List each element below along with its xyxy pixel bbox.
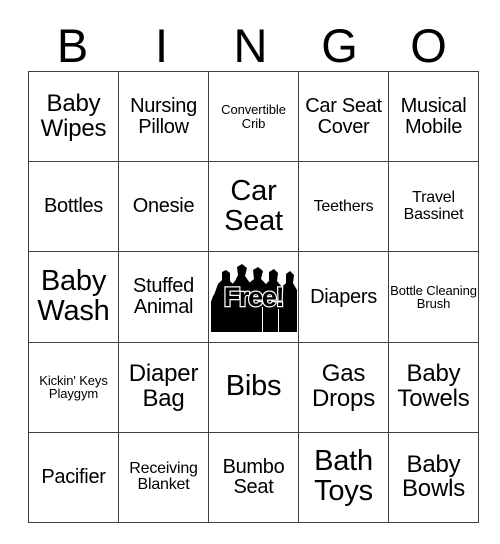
bingo-cell-label: Gas Drops: [311, 360, 376, 413]
bingo-grid: Baby Wipes Nursing Pillow Convertible Crib…: [28, 70, 479, 523]
bingo-row: Kickin' Keys Playgym Diaper Bag Bibs Gas Dr…: [28, 341, 479, 433]
bingo-cell-content: Free!: [210, 253, 298, 341]
bingo-cell[interactable]: Bumbo Seat: [208, 431, 299, 523]
bingo-cell-label: Stuffed Animal: [133, 275, 194, 318]
bingo-cell-label: Bottle Cleaning Brush: [390, 282, 477, 311]
bingo-cell-content: Bottles: [30, 163, 118, 251]
bingo-cell-label: Baby Wipes: [40, 89, 107, 142]
bingo-cell[interactable]: Car Seat: [208, 161, 299, 253]
bingo-header-letter-i: I: [154, 19, 169, 72]
bingo-cell-label: Convertible Crib: [221, 102, 286, 131]
bingo-cell-label: Onesie: [132, 195, 195, 218]
bingo-cell[interactable]: Bath Toys: [298, 431, 389, 523]
bingo-cell-label: Car Seat: [224, 174, 283, 237]
free-space-label: Free!: [223, 282, 286, 313]
bingo-cell-label: Bath Toys: [314, 445, 373, 508]
bingo-cell-content: Baby Towels: [390, 343, 478, 431]
bingo-cell[interactable]: Stuffed Animal: [118, 251, 209, 343]
bingo-cell[interactable]: Teethers: [298, 161, 389, 253]
bingo-cell-content: Stuffed Animal: [120, 253, 208, 341]
bingo-cell-content: Onesie: [120, 163, 208, 251]
bingo-row: Baby Wipes Nursing Pillow Convertible Crib…: [28, 70, 479, 163]
bingo-cell[interactable]: Convertible Crib: [208, 70, 299, 163]
bingo-header-letter-g: G: [321, 19, 358, 72]
bingo-cell[interactable]: Musical Mobile: [388, 70, 479, 163]
bingo-header-letter-n: N: [233, 19, 268, 72]
bingo-cell-content: Car Seat: [210, 163, 298, 251]
bingo-cell[interactable]: Diaper Bag: [118, 341, 209, 433]
bingo-cell-label: Travel Bassinet: [403, 189, 464, 223]
bingo-cell-content: Receiving Blanket: [120, 433, 208, 521]
bingo-cell-content: Bath Toys: [300, 433, 388, 521]
bingo-cell-content: Baby Bowls: [390, 433, 478, 521]
bingo-cell-content: Pacifier: [30, 433, 118, 521]
bingo-cell-label: Diaper Bag: [128, 360, 199, 413]
bingo-header-letter-b: B: [56, 19, 89, 72]
bingo-cell[interactable]: Baby Bowls: [388, 431, 479, 523]
bingo-cell-label: Teethers: [313, 197, 374, 215]
bingo-cell-label: Bottles: [43, 195, 104, 218]
bingo-cell[interactable]: Baby Wipes: [28, 70, 119, 163]
bingo-cell-content: Teethers: [300, 163, 388, 251]
bingo-cell-label: Bibs: [225, 370, 282, 403]
bingo-cell[interactable]: Onesie: [118, 161, 209, 253]
bingo-cell[interactable]: Bibs: [208, 341, 299, 433]
bingo-cell-content: Car Seat Cover: [300, 73, 388, 161]
bingo-cell-label: Baby Bowls: [401, 450, 466, 503]
bingo-header-letter-o: O: [410, 19, 447, 72]
bingo-row: Pacifier Receiving Blanket Bumbo Seat Bath …: [28, 431, 479, 523]
bingo-cell[interactable]: Bottles: [28, 161, 119, 253]
bingo-cell-content: Bibs: [210, 343, 298, 431]
bingo-cell[interactable]: Pacifier: [28, 431, 119, 523]
bingo-cell-content: Gas Drops: [300, 343, 388, 431]
bingo-header-letters: B I NGO: [28, 14, 473, 71]
bingo-cell-content: Bottle Cleaning Brush: [390, 253, 478, 341]
bingo-cell[interactable]: Nursing Pillow: [118, 70, 209, 163]
bingo-cell-content: Diapers: [300, 253, 388, 341]
bingo-cell-label: Pacifier: [41, 466, 106, 489]
bingo-cell-content: Diaper Bag: [120, 343, 208, 431]
bingo-cell-label: Musical Mobile: [400, 95, 467, 138]
bingo-cell[interactable]: Travel Bassinet: [388, 161, 479, 253]
free-space-graphic: Free!: [210, 262, 297, 332]
bingo-cell-label: Nursing Pillow: [130, 95, 197, 138]
bingo-cell[interactable]: Baby Towels: [388, 341, 479, 433]
bingo-cell-label: Bumbo Seat: [222, 455, 285, 499]
bingo-cell-label: Baby Wash: [37, 265, 110, 327]
bingo-row: Baby Wash Stuffed Animal Free! Diapers Bottl…: [28, 251, 479, 343]
bingo-free-space[interactable]: Free!: [208, 251, 299, 343]
bingo-cell-label: Diapers: [310, 285, 377, 308]
bingo-cell-label: Receiving Blanket: [129, 459, 198, 494]
bingo-cell-content: Travel Bassinet: [390, 163, 478, 251]
bingo-cell-content: Convertible Crib: [210, 73, 298, 161]
bingo-cell-content: Baby Wipes: [30, 73, 118, 161]
bingo-cell[interactable]: Gas Drops: [298, 341, 389, 433]
bingo-cell[interactable]: Baby Wash: [28, 251, 119, 343]
bingo-cell[interactable]: Car Seat Cover: [298, 70, 389, 163]
bingo-cell-content: Bumbo Seat: [210, 433, 298, 521]
bingo-cell-label: Kickin' Keys Playgym: [39, 372, 108, 402]
bingo-cell[interactable]: Bottle Cleaning Brush: [388, 251, 479, 343]
bingo-cell-content: Nursing Pillow: [120, 73, 208, 161]
bingo-cell-label: Car Seat Cover: [305, 95, 382, 138]
bingo-cell[interactable]: Receiving Blanket: [118, 431, 209, 523]
bingo-cell-content: Kickin' Keys Playgym: [30, 343, 118, 431]
bingo-cell-content: Baby Wash: [30, 253, 118, 341]
bingo-card: B I NGO Baby Wipes Nursing Pillow Convertibl…: [0, 0, 500, 544]
bingo-cell[interactable]: Kickin' Keys Playgym: [28, 341, 119, 433]
bingo-cell-label: Baby Towels: [397, 360, 470, 413]
bingo-cell-content: Musical Mobile: [390, 73, 478, 161]
bingo-cell[interactable]: Diapers: [298, 251, 389, 343]
bingo-row: Bottles Onesie Car Seat Teethers Travel Bass…: [28, 161, 479, 253]
